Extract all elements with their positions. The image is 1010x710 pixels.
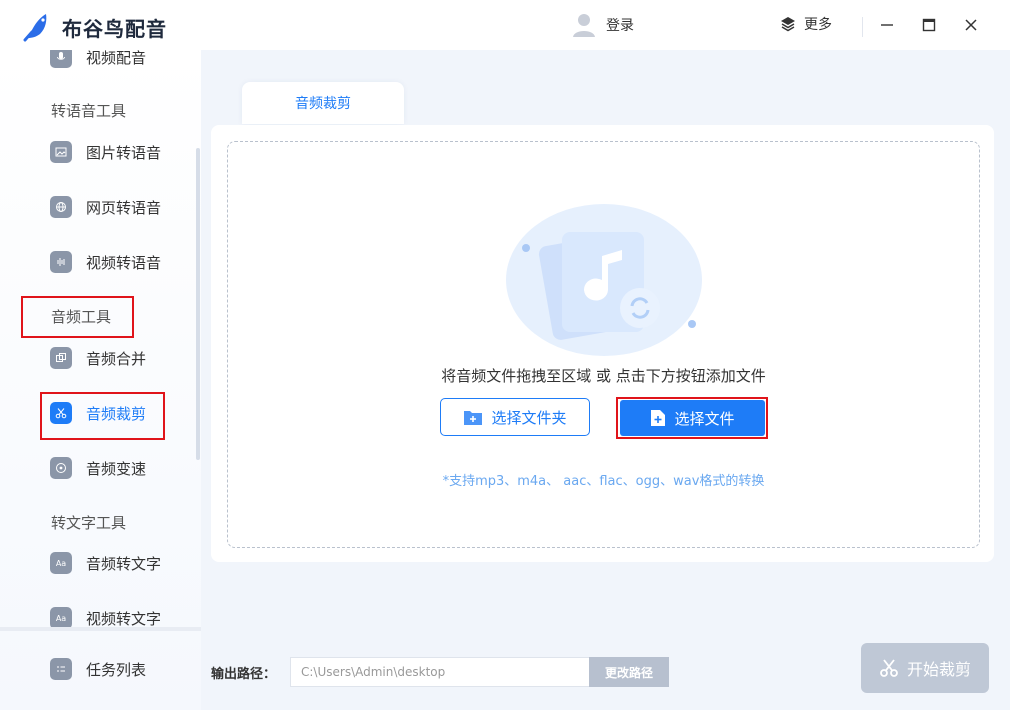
sidebar-item-task-list[interactable]: 任务列表 (50, 654, 146, 684)
tab-label: 音频裁剪 (295, 96, 351, 112)
app-title: 布谷鸟配音 (62, 17, 167, 41)
sidebar-item-label: 音频转文字 (86, 554, 162, 573)
output-path-field[interactable]: C:\Users\Admin\desktop (290, 657, 589, 687)
mic-icon (50, 50, 72, 68)
select-folder-button[interactable]: 选择文件夹 (440, 398, 590, 436)
sidebar-item-video-dubbing[interactable]: 视频配音 (50, 50, 146, 72)
more-menu-button[interactable]: 更多 (780, 14, 832, 34)
start-trim-label: 开始裁剪 (906, 660, 971, 679)
layers-icon (781, 17, 795, 32)
tab-audio-trim[interactable]: 音频裁剪 (242, 82, 404, 124)
section-title-audio-tools: 音频工具 (51, 308, 112, 326)
close-icon[interactable] (960, 14, 982, 36)
sidebar-item-label: 网页转语音 (86, 198, 162, 217)
image-icon (50, 141, 72, 163)
sidebar-item-label: 音频合并 (86, 349, 147, 368)
select-file-label: 选择文件 (674, 409, 735, 428)
select-folder-label: 选择文件夹 (491, 408, 567, 427)
sidebar-item-label: 视频配音 (86, 50, 147, 67)
aa-video-icon: Aa (50, 607, 72, 629)
music-file-illustration-icon (506, 204, 702, 356)
supported-formats-note: *支持mp3、m4a、 aac、flac、ogg、wav格式的转换 (442, 474, 765, 489)
file-plus-icon (651, 410, 666, 426)
sidebar-item-audio-to-text[interactable]: Aa 音频转文字 (50, 548, 161, 578)
sidebar-item-image-to-speech[interactable]: 图片转语音 (50, 137, 161, 167)
folder-plus-icon (464, 411, 483, 425)
sidebar-item-audio-trim[interactable]: 音频裁剪 (50, 398, 146, 428)
sidebar-item-audio-speed[interactable]: 音频变速 (50, 453, 146, 483)
scissors-icon (880, 659, 898, 677)
bird-logo-icon (23, 14, 47, 42)
globe-icon (50, 196, 72, 218)
sidebar-item-label: 图片转语音 (86, 143, 162, 162)
sidebar-item-label: 视频转语音 (86, 253, 162, 272)
start-trim-button[interactable]: 开始裁剪 (861, 643, 989, 693)
sidebar-item-label: 音频变速 (86, 459, 147, 478)
sidebar-divider (0, 627, 201, 631)
sidebar-item-label: 任务列表 (86, 660, 147, 679)
select-file-button[interactable]: 选择文件 (620, 400, 765, 436)
sidebar-item-label: 视频转文字 (86, 609, 162, 628)
user-avatar-icon (573, 14, 595, 37)
output-path-label: 输出路径： (211, 667, 277, 682)
drop-hint-text: 将音频文件拖拽至区域 或 点击下方按钮添加文件 (441, 367, 766, 385)
scissors-icon (50, 402, 72, 424)
sidebar-item-webpage-to-speech[interactable]: 网页转语音 (50, 192, 161, 222)
title-bar: 布谷鸟配音 登录 更多 (0, 0, 1010, 50)
titlebar-divider (862, 17, 863, 37)
aa-chat-icon: Aa (50, 552, 72, 574)
section-title-text-to-speech: 转语音工具 (51, 102, 127, 120)
more-label: 更多 (804, 17, 832, 33)
login-button[interactable]: 登录 (572, 10, 634, 40)
sidebar-item-audio-merge[interactable]: 音频合并 (50, 343, 146, 373)
minimize-icon[interactable] (876, 14, 898, 36)
section-title-speech-to-text: 转文字工具 (51, 514, 127, 532)
sidebar-item-video-to-speech[interactable]: 视频转语音 (50, 247, 161, 277)
sidebar-scrollbar[interactable] (196, 148, 200, 460)
sidebar: 视频配音 转语音工具 图片转语音 网页转语音 视频转语音 音频工具 音频合并 音… (0, 50, 201, 710)
video-icon (50, 251, 72, 273)
change-path-button[interactable]: 更改路径 (589, 657, 669, 687)
list-icon (50, 658, 72, 680)
merge-icon (50, 347, 72, 369)
maximize-icon[interactable] (918, 14, 940, 36)
login-label: 登录 (606, 18, 634, 34)
speed-icon (50, 457, 72, 479)
sidebar-item-label: 音频裁剪 (86, 404, 147, 423)
